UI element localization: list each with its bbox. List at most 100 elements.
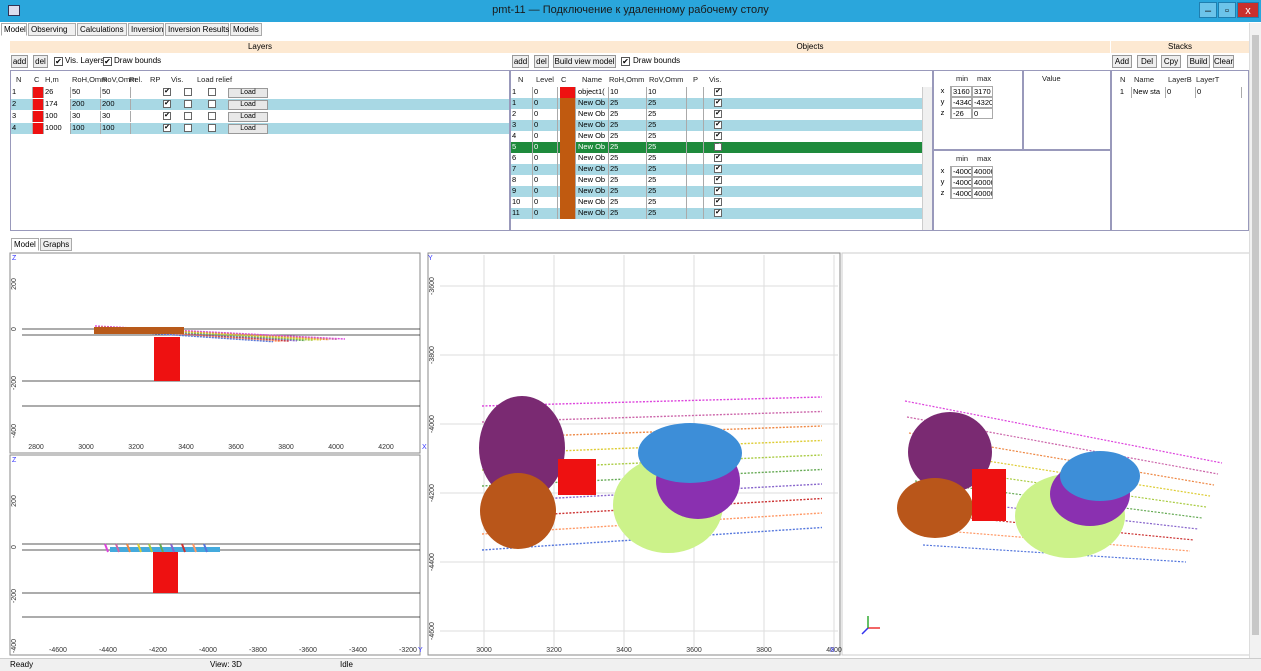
layers-draw-bounds-checkbox[interactable]: ✔ <box>103 57 112 66</box>
object-rov-cell[interactable]: 10 <box>647 87 687 98</box>
layer-row[interactable]: 1 26 50 50 ✔ Load <box>11 87 509 98</box>
layer-row[interactable]: 2 174 200 200 ✔ Load <box>11 99 509 110</box>
layer-color-swatch[interactable] <box>33 99 44 110</box>
object-name-cell[interactable]: New Ob <box>577 197 609 208</box>
layer-rp-checkbox[interactable] <box>184 112 192 120</box>
object-vis-checkbox[interactable]: ✔ <box>714 110 722 118</box>
object-vis-checkbox[interactable]: ✔ <box>714 143 722 151</box>
tab-models[interactable]: Models <box>230 23 262 36</box>
tab-inversion[interactable]: Inversion <box>128 23 164 36</box>
object-rov-cell[interactable]: 25 <box>647 153 687 164</box>
tab-inversion-results[interactable]: Inversion Results <box>165 23 229 36</box>
stack-layerb-cell[interactable]: 0 <box>1166 87 1196 98</box>
minimize-button[interactable]: – <box>1199 2 1217 18</box>
view-tab-graphs[interactable]: Graphs <box>40 238 73 251</box>
layer-row[interactable]: 4 1000 100 100 ✔ Load <box>11 123 509 134</box>
object-vis-checkbox[interactable]: ✔ <box>714 165 722 173</box>
layer-color-swatch[interactable] <box>33 111 44 122</box>
object-name-cell[interactable]: New Ob <box>577 120 609 131</box>
layer-vis-checkbox[interactable] <box>208 112 216 120</box>
layer-roh-cell[interactable]: 100 <box>71 123 101 134</box>
vertical-scrollbar[interactable] <box>1249 23 1261 658</box>
object-roh-cell[interactable]: 10 <box>609 87 647 98</box>
object-name-cell[interactable]: New Ob <box>577 131 609 142</box>
object-name-cell[interactable]: New Ob <box>577 98 609 109</box>
bounds-min-cell[interactable]: -4000 <box>951 188 972 199</box>
layer-h-cell[interactable]: 100 <box>44 111 71 122</box>
bounds-min-cell[interactable]: -4340 <box>951 97 972 108</box>
object-name-cell[interactable]: object1( <box>577 87 609 98</box>
object-name-cell[interactable]: New Ob <box>577 142 609 153</box>
object-vis-checkbox[interactable]: ✔ <box>714 154 722 162</box>
object-roh-cell[interactable]: 25 <box>609 208 647 219</box>
stack-row[interactable]: 1 New sta 0 0 <box>1112 87 1246 98</box>
object-roh-cell[interactable]: 25 <box>609 197 647 208</box>
layer-add-button[interactable]: add <box>11 55 28 68</box>
bounds-min-cell[interactable]: -4000 <box>951 166 972 177</box>
maximize-button[interactable]: ▫ <box>1218 2 1236 18</box>
object-vis-checkbox[interactable]: ✔ <box>714 99 722 107</box>
object-roh-cell[interactable]: 25 <box>609 186 647 197</box>
object-name-cell[interactable]: New Ob <box>577 186 609 197</box>
object-name-cell[interactable]: New Ob <box>577 153 609 164</box>
object-p-cell[interactable] <box>687 186 704 197</box>
object-rov-cell[interactable]: 25 <box>647 197 687 208</box>
object-rov-cell[interactable]: 25 <box>647 186 687 197</box>
build-view-model-button[interactable]: Build view model <box>553 55 616 68</box>
stack-layert-cell[interactable]: 0 <box>1196 87 1242 98</box>
object-rov-cell[interactable]: 25 <box>647 109 687 120</box>
object-row[interactable]: 5 0 New Ob 25 25 ✔ <box>511 142 926 153</box>
layer-roh-cell[interactable]: 50 <box>71 87 101 98</box>
object-p-cell[interactable] <box>687 153 704 164</box>
object-vis-checkbox[interactable]: ✔ <box>714 209 722 217</box>
bounds-max-cell[interactable]: -4320 <box>972 97 993 108</box>
layer-roh-cell[interactable]: 200 <box>71 99 101 110</box>
layer-rp-checkbox[interactable] <box>184 100 192 108</box>
layer-vis-checkbox[interactable] <box>208 100 216 108</box>
layer-rov-cell[interactable]: 100 <box>101 123 131 134</box>
layer-load-relief-button[interactable]: Load <box>228 100 268 110</box>
object-roh-cell[interactable]: 25 <box>609 109 647 120</box>
object-row[interactable]: 11 0 New Ob 25 25 ✔ <box>511 208 926 219</box>
object-color-swatch[interactable] <box>560 186 576 197</box>
object-p-cell[interactable] <box>687 197 704 208</box>
vis-layers-checkbox[interactable]: ✔ <box>54 57 63 66</box>
close-button[interactable]: x <box>1237 2 1259 18</box>
layer-rp-checkbox[interactable] <box>184 88 192 96</box>
object-rov-cell[interactable]: 25 <box>647 175 687 186</box>
object-rov-cell[interactable]: 25 <box>647 208 687 219</box>
object-row[interactable]: 1 0 object1(10 10 ✔ <box>511 87 926 98</box>
object-row[interactable]: 10 0 New Ob 25 25 ✔ <box>511 197 926 208</box>
object-p-cell[interactable] <box>687 142 704 153</box>
object-row[interactable]: 7 0 New Ob 25 25 ✔ <box>511 164 926 175</box>
stack-build-button[interactable]: Build <box>1187 55 1210 68</box>
object-rov-cell[interactable]: 25 <box>647 98 687 109</box>
scrollbar-thumb[interactable] <box>1252 35 1259 635</box>
stack-add-button[interactable]: Add <box>1112 55 1132 68</box>
layer-rov-cell[interactable]: 50 <box>101 87 131 98</box>
layer-rov-cell[interactable]: 200 <box>101 99 131 110</box>
object-row[interactable]: 8 0 New Ob 25 25 ✔ <box>511 175 926 186</box>
object-row[interactable]: 4 0 New Ob 25 25 ✔ <box>511 131 926 142</box>
object-roh-cell[interactable]: 25 <box>609 175 647 186</box>
layer-row[interactable]: 3 100 30 30 ✔ Load <box>11 111 509 122</box>
object-vis-checkbox[interactable]: ✔ <box>714 198 722 206</box>
object-p-cell[interactable] <box>687 175 704 186</box>
object-vis-checkbox[interactable]: ✔ <box>714 187 722 195</box>
object-row[interactable]: 9 0 New Ob 25 25 ✔ <box>511 186 926 197</box>
layer-vis-checkbox[interactable] <box>208 88 216 96</box>
tab-observing[interactable]: Observing <box>28 23 76 36</box>
object-color-swatch[interactable] <box>560 131 576 142</box>
object-color-swatch[interactable] <box>560 153 576 164</box>
object-vis-checkbox[interactable]: ✔ <box>714 132 722 140</box>
object-row[interactable]: 3 0 New Ob 25 25 ✔ <box>511 120 926 131</box>
layer-color-swatch[interactable] <box>33 87 44 98</box>
object-p-cell[interactable] <box>687 131 704 142</box>
layer-h-cell[interactable]: 174 <box>44 99 71 110</box>
object-row[interactable]: 6 0 New Ob 25 25 ✔ <box>511 153 926 164</box>
object-color-swatch[interactable] <box>560 208 576 219</box>
object-color-swatch[interactable] <box>560 109 576 120</box>
object-name-cell[interactable]: New Ob <box>577 164 609 175</box>
object-p-cell[interactable] <box>687 164 704 175</box>
stack-name-cell[interactable]: New sta <box>1132 87 1166 98</box>
